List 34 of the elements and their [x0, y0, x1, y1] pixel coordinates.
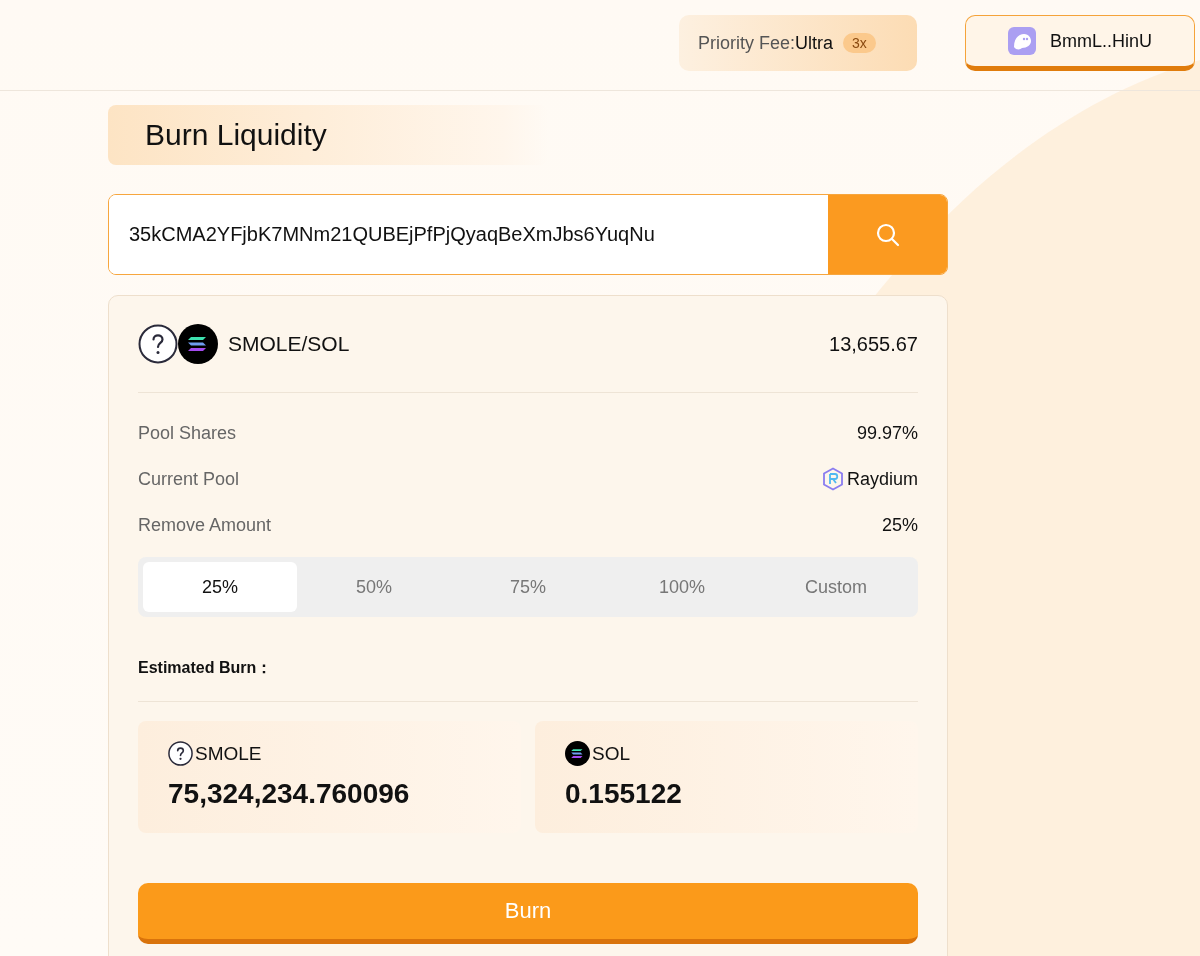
search-icon [874, 221, 901, 248]
priority-fee-label: Priority Fee: [698, 32, 796, 54]
solana-icon [178, 324, 218, 364]
multiplier-badge: 3x [843, 33, 876, 53]
amount-option[interactable]: Custom [759, 562, 913, 612]
row-label: Remove Amount [138, 514, 272, 536]
token-symbol: SMOLE [195, 742, 262, 765]
amount-option[interactable]: 50% [297, 562, 451, 612]
solana-icon [565, 741, 590, 766]
pair-name: SMOLE/SOL [228, 332, 350, 356]
wallet-button[interactable]: BmmL..HinU [965, 15, 1195, 71]
lp-amount: 13,655.67 [829, 332, 918, 356]
page-title: Burn Liquidity [145, 118, 327, 152]
token-amount: 0.155122 [565, 778, 683, 810]
row-value: 25% [881, 514, 918, 536]
amount-option[interactable]: 100% [605, 562, 759, 612]
token-amount: 75,324,234.760096 [168, 778, 411, 810]
estimated-burn-label: Estimated Burn： [138, 617, 918, 702]
priority-fee-value: Ultra [795, 32, 834, 54]
row-value: 99.97% [856, 422, 918, 444]
search-field[interactable]: 35kCMA2YFjbK7MNm21QUBEjPfPjQyaqBeXmJbs6YuqNu [108, 194, 948, 275]
priority-fee-button[interactable]: Priority Fee:Ultra 3x [679, 15, 917, 71]
token-symbol: SOL [592, 742, 631, 765]
question-icon [138, 324, 178, 364]
row-value: Raydium [846, 468, 918, 490]
amount-option[interactable]: 25% [143, 562, 297, 612]
burn-button[interactable]: Burn [138, 883, 918, 944]
question-icon [168, 741, 193, 766]
search-button[interactable] [828, 195, 947, 274]
ghost-icon [1008, 27, 1036, 55]
amount-option[interactable]: 75% [451, 562, 605, 612]
row-label: Pool Shares [138, 422, 237, 444]
hexagon-logo-icon [821, 467, 844, 491]
row-label: Current Pool [138, 468, 240, 490]
